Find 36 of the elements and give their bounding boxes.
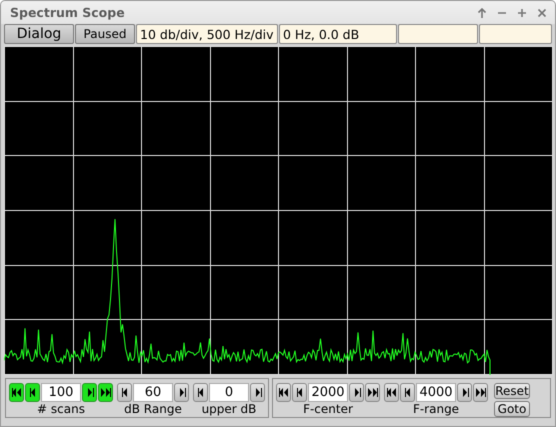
value-field[interactable]: 2000 xyxy=(308,383,348,402)
scale-field: 10 db/div, 500 Hz/div xyxy=(136,24,278,44)
counter-label: # scans xyxy=(37,402,85,416)
step-button[interactable] xyxy=(400,383,415,402)
cursor-field: 0 Hz, 0.0 dB xyxy=(279,24,397,44)
maximize-icon[interactable] xyxy=(517,8,527,18)
step-button[interactable] xyxy=(193,383,208,402)
step-button[interactable] xyxy=(174,383,189,402)
counter-label: dB Range xyxy=(124,402,182,416)
fast-step-button[interactable] xyxy=(473,383,488,402)
up-arrow-icon[interactable] xyxy=(477,8,487,18)
fast-step-button[interactable] xyxy=(98,383,113,402)
step-button[interactable] xyxy=(82,383,97,402)
action-button[interactable]: Reset xyxy=(494,383,530,399)
paused-button[interactable]: Paused xyxy=(75,24,135,44)
close-icon[interactable] xyxy=(537,8,547,18)
fast-step-button[interactable] xyxy=(276,383,291,402)
value-field[interactable]: 0 xyxy=(209,383,249,402)
step-button[interactable] xyxy=(457,383,472,402)
fast-step-button[interactable] xyxy=(9,383,24,402)
step-button[interactable] xyxy=(25,383,40,402)
counter-label: upper dB xyxy=(202,402,256,416)
fast-step-button[interactable] xyxy=(384,383,399,402)
step-button[interactable] xyxy=(349,383,364,402)
step-button[interactable] xyxy=(292,383,307,402)
step-button[interactable] xyxy=(117,383,132,402)
window-title: Spectrum Scope xyxy=(10,5,126,20)
step-button[interactable] xyxy=(250,383,265,402)
counter-label: F-center xyxy=(303,402,353,416)
counter-label: F-range xyxy=(412,402,460,416)
fast-step-button[interactable] xyxy=(365,383,380,402)
value-field[interactable]: 100 xyxy=(41,383,81,402)
action-button[interactable]: Goto xyxy=(494,401,530,417)
value-field[interactable]: 60 xyxy=(133,383,173,402)
value-field[interactable]: 4000 xyxy=(416,383,456,402)
dialog-button[interactable]: Dialog xyxy=(4,24,74,44)
